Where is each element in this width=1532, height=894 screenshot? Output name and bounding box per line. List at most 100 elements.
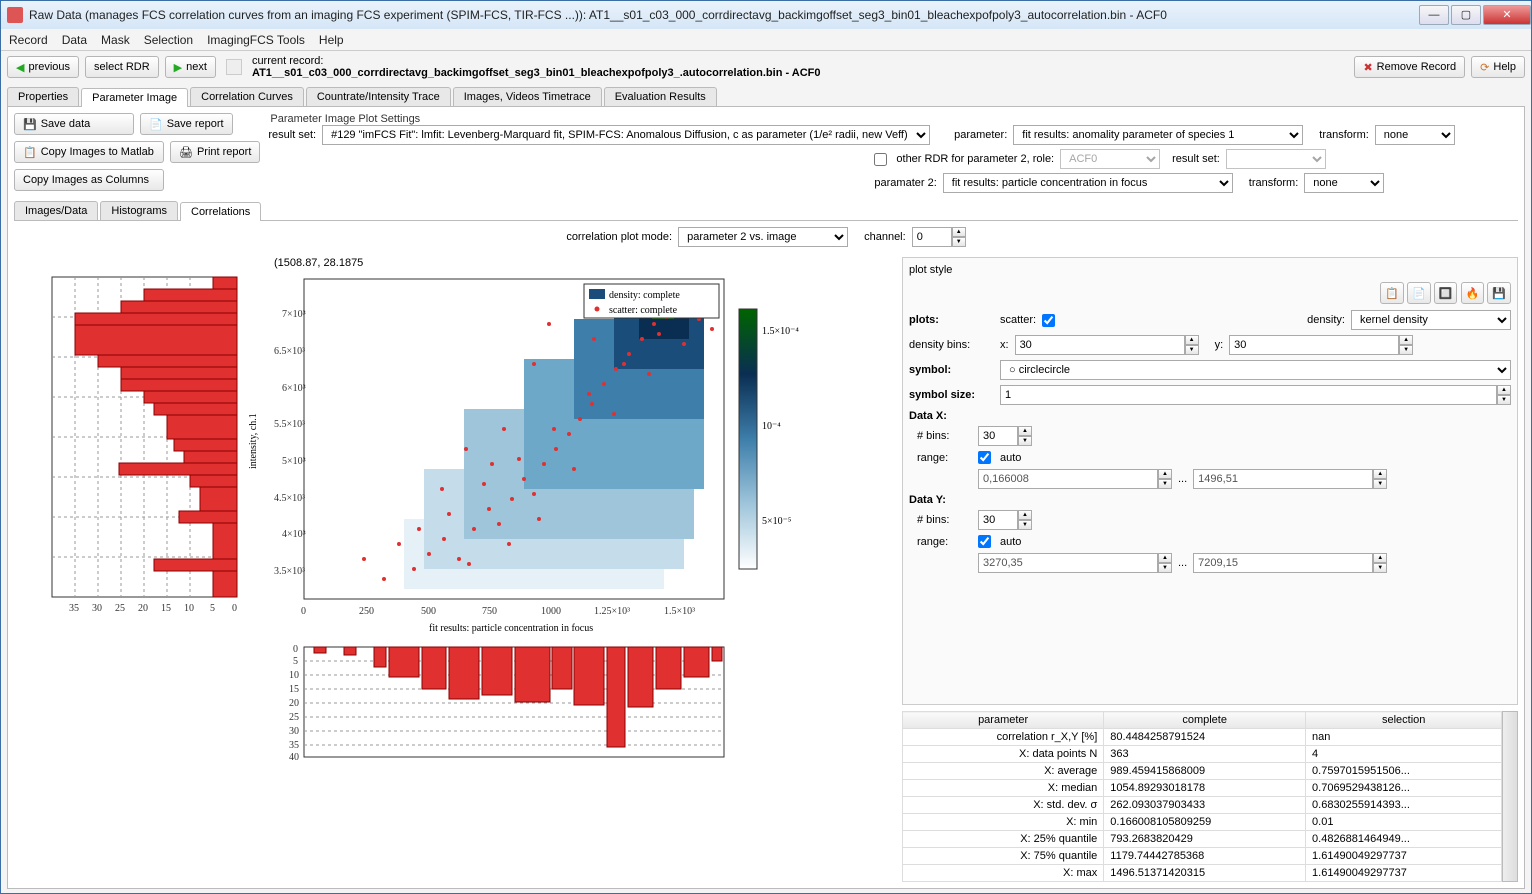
density-select[interactable]: kernel density <box>1351 310 1511 330</box>
data-x-bins-spinner[interactable]: ▲▼ <box>978 426 1032 446</box>
minimize-button[interactable]: — <box>1419 5 1449 25</box>
corr-mode-select[interactable]: parameter 2 vs. image <box>678 227 848 247</box>
menu-mask[interactable]: Mask <box>101 33 130 47</box>
plot-style-panel: plot style 📋 📄 🔲 🔥 💾 plots: scatter: den… <box>902 257 1518 705</box>
result-set-select[interactable]: #129 "imFCS Fit": lmfit: Levenberg-Marqu… <box>322 125 930 145</box>
maximize-button[interactable]: ▢ <box>1451 5 1481 25</box>
print-report-button[interactable]: 🖨 Print report <box>170 141 260 163</box>
menu-record[interactable]: Record <box>9 33 48 47</box>
svg-text:scatter: complete: scatter: complete <box>609 305 678 316</box>
save-report-button[interactable]: 📄 Save report <box>140 113 233 135</box>
svg-text:25: 25 <box>289 712 299 723</box>
data-y-min-spinner[interactable]: ▲▼ <box>978 553 1172 573</box>
subtab-images[interactable]: Images/Data <box>14 201 98 220</box>
density-bins-x-spinner[interactable]: ▲▼ <box>1015 335 1199 355</box>
tool-paste-icon[interactable]: 📄 <box>1407 282 1431 304</box>
svg-text:1.5×10³: 1.5×10³ <box>664 606 695 617</box>
parameter2-label: paramater 2: <box>874 177 936 189</box>
parameter-select[interactable]: fit results: anomality parameter of spec… <box>1013 125 1303 145</box>
data-y-auto-checkbox[interactable] <box>978 535 991 548</box>
menu-help[interactable]: Help <box>319 33 344 47</box>
transform1-select[interactable]: none <box>1375 125 1455 145</box>
copy-columns-button[interactable]: Copy Images as Columns <box>14 169 164 191</box>
svg-text:30: 30 <box>289 726 299 737</box>
svg-text:10⁻⁴: 10⁻⁴ <box>762 421 781 432</box>
table-row: X: std. dev. σ262.0930379034330.68302559… <box>903 797 1502 814</box>
svg-text:6.5×10³: 6.5×10³ <box>274 346 305 357</box>
symbol-size-spinner[interactable]: ▲▼ <box>1000 385 1511 405</box>
current-record-label: current record: <box>252 55 821 67</box>
data-y-max-spinner[interactable]: ▲▼ <box>1193 553 1387 573</box>
svg-text:250: 250 <box>359 606 374 617</box>
result-set-label: result set: <box>268 129 316 141</box>
select-rdr-button[interactable]: select RDR <box>85 56 159 78</box>
svg-text:7×10³: 7×10³ <box>282 309 306 320</box>
stats-table: parameter complete selection correlation… <box>902 711 1502 882</box>
previous-button[interactable]: ◀previous <box>7 56 79 78</box>
svg-text:20: 20 <box>289 698 299 709</box>
tool-scale-icon[interactable]: 🔲 <box>1434 282 1458 304</box>
svg-text:3.5×10³: 3.5×10³ <box>274 566 305 577</box>
table-row: X: data points N3634 <box>903 746 1502 763</box>
result-set2-select[interactable] <box>1226 149 1326 169</box>
data-x-min-spinner[interactable]: ▲▼ <box>978 469 1172 489</box>
tab-correlation-curves[interactable]: Correlation Curves <box>190 87 304 106</box>
tab-parameter-image[interactable]: Parameter Image <box>81 88 188 107</box>
svg-text:40: 40 <box>289 752 299 763</box>
app-icon <box>7 7 23 23</box>
tool-save-icon[interactable]: 💾 <box>1487 282 1511 304</box>
transform2-select[interactable]: none <box>1304 173 1384 193</box>
data-y-label: Data Y: <box>909 494 1511 506</box>
density-bins-y-spinner[interactable]: ▲▼ <box>1229 335 1413 355</box>
next-button[interactable]: ▶next <box>165 56 216 78</box>
tool-copy-icon[interactable]: 📋 <box>1380 282 1404 304</box>
parameter2-select[interactable]: fit results: particle concentration in f… <box>943 173 1233 193</box>
menu-imagingfcs[interactable]: ImagingFCS Tools <box>207 33 305 47</box>
y-histogram-plot[interactable]: 0510 152025 3035 <box>14 269 244 629</box>
tab-countrate[interactable]: Countrate/Intensity Trace <box>306 87 451 106</box>
tab-properties[interactable]: Properties <box>7 87 79 106</box>
scatter-checkbox[interactable] <box>1042 314 1055 327</box>
symbol-select[interactable]: ○ circlecircle <box>1000 360 1511 380</box>
window-titlebar: Raw Data (manages FCS correlation curves… <box>1 1 1531 29</box>
svg-text:750: 750 <box>482 606 497 617</box>
svg-text:10: 10 <box>184 603 194 614</box>
data-x-auto-checkbox[interactable] <box>978 451 991 464</box>
menu-data[interactable]: Data <box>62 33 87 47</box>
svg-text:15: 15 <box>161 603 171 614</box>
close-button[interactable]: ✕ <box>1483 5 1531 25</box>
plot-style-title: plot style <box>909 264 1511 276</box>
data-y-bins-spinner[interactable]: ▲▼ <box>978 510 1032 530</box>
help-button[interactable]: ⟳Help <box>1471 56 1525 78</box>
svg-text:0: 0 <box>232 603 237 614</box>
table-row: X: 75% quantile1179.744427853681.6149004… <box>903 848 1502 865</box>
tab-evaluation[interactable]: Evaluation Results <box>604 87 717 106</box>
subtab-correlations[interactable]: Correlations <box>180 202 261 221</box>
table-row: X: max1496.513714203151.61490049297737 <box>903 865 1502 882</box>
other-rdr-checkbox[interactable] <box>874 153 887 166</box>
menu-selection[interactable]: Selection <box>144 33 193 47</box>
symbol-size-label: symbol size: <box>909 389 994 401</box>
data-x-max-spinner[interactable]: ▲▼ <box>1193 469 1387 489</box>
x-histogram-plot[interactable]: 0510 152025 303540 <box>244 639 804 774</box>
svg-text:6×10³: 6×10³ <box>282 383 306 394</box>
transform1-label: transform: <box>1319 129 1369 141</box>
record-toolbar: ◀previous select RDR ▶next current recor… <box>7 55 1525 79</box>
other-rdr-role-select[interactable]: ACF0 <box>1060 149 1160 169</box>
subtab-histograms[interactable]: Histograms <box>100 201 178 220</box>
cursor-coords: (1508.87, 28.1875 <box>274 257 894 269</box>
main-scatter-plot[interactable]: density: complete scatter: complete 3.5×… <box>244 269 804 639</box>
tab-images-videos[interactable]: Images, Videos Timetrace <box>453 87 602 106</box>
result-set2-label: result set: <box>1172 153 1220 165</box>
svg-text:5: 5 <box>293 656 298 667</box>
tool-color-icon[interactable]: 🔥 <box>1461 282 1485 304</box>
stats-scrollbar[interactable] <box>1502 711 1518 882</box>
main-tabs: Properties Parameter Image Correlation C… <box>7 87 1525 107</box>
svg-text:30: 30 <box>92 603 102 614</box>
remove-record-button[interactable]: ✖Remove Record <box>1354 56 1465 78</box>
channel-spinner[interactable]: ▲▼ <box>912 227 966 247</box>
table-row: correlation r_X,Y [%]80.4484258791524nan <box>903 729 1502 746</box>
copy-matlab-button[interactable]: 📋 Copy Images to Matlab <box>14 141 164 163</box>
plots-label: plots: <box>909 314 994 326</box>
save-data-button[interactable]: 💾 Save data <box>14 113 134 135</box>
